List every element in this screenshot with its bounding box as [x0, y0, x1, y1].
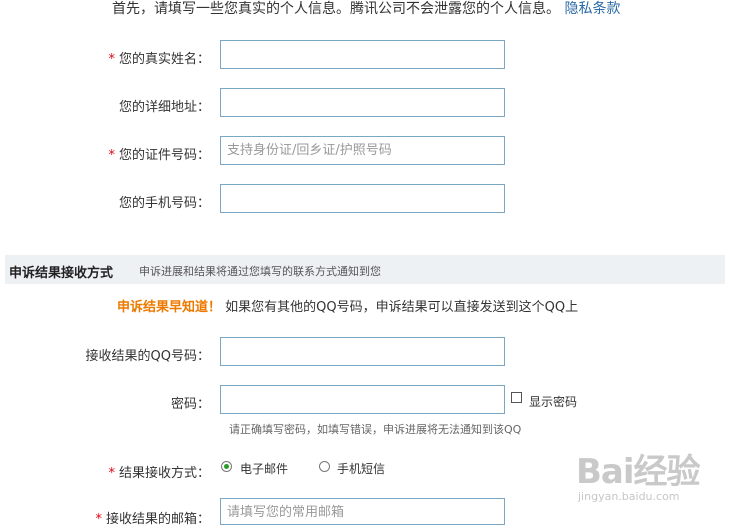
real-name-input[interactable]	[220, 40, 505, 69]
radio-email[interactable]	[221, 461, 232, 472]
radio-sms[interactable]	[319, 461, 330, 472]
radio-email-label[interactable]: 电子邮件	[240, 460, 288, 477]
password-input[interactable]	[220, 385, 505, 414]
email-input[interactable]: 请填写您的常用邮箱	[220, 498, 505, 525]
section-title: 申诉结果接收方式	[9, 266, 114, 281]
radio-sms-label[interactable]: 手机短信	[337, 460, 385, 477]
notice-text: 申诉结果早知道！ 如果您有其他的QQ号码，申诉结果可以直接发送到这个QQ上	[117, 296, 578, 315]
address-input[interactable]	[220, 88, 505, 117]
intro-message: 首先，请填写一些您真实的个人信息。腾讯公司不会泄露您的个人信息。	[112, 1, 560, 17]
password-hint: 请正确填写密码，如填写错误，申诉进展将无法通知到该QQ	[229, 423, 522, 436]
notice-message: 如果您有其他的QQ号码，申诉结果可以直接发送到这个QQ上	[225, 300, 579, 315]
real-name-label: * 您的真实姓名：	[108, 52, 210, 67]
required-mark: *	[108, 148, 115, 163]
show-password-checkbox[interactable]	[511, 392, 522, 403]
watermark-brand: Bai经验	[576, 452, 701, 492]
section-subtitle: 申诉进展和结果将通过您填写的联系方式通知到您	[139, 265, 381, 278]
id-number-label: * 您的证件号码：	[108, 148, 210, 163]
id-number-input[interactable]: 支持身份证/回乡证/护照号码	[220, 136, 505, 165]
address-label: 您的详细地址：	[118, 100, 210, 115]
show-password-label[interactable]: 显示密码	[529, 393, 577, 410]
phone-label: 您的手机号码：	[118, 196, 210, 211]
email-label: * 接收结果的邮箱：	[95, 512, 210, 527]
qq-number-input[interactable]	[220, 337, 505, 366]
receive-method-label: * 结果接收方式：	[108, 466, 210, 481]
intro-text: 首先，请填写一些您真实的个人信息。腾讯公司不会泄露您的个人信息。 隐私条款	[112, 0, 620, 18]
required-mark: *	[108, 52, 115, 67]
watermark-logo: Bai经验	[576, 444, 701, 493]
required-mark: *	[108, 466, 115, 481]
qq-number-label: 接收结果的QQ号码：	[85, 349, 210, 364]
phone-input[interactable]	[220, 184, 505, 213]
password-label: 密码：	[170, 397, 210, 412]
privacy-link[interactable]: 隐私条款	[564, 1, 620, 17]
watermark-url: jingyan.baidu.com	[578, 490, 680, 503]
notice-highlight: 申诉结果早知道！	[117, 300, 222, 315]
